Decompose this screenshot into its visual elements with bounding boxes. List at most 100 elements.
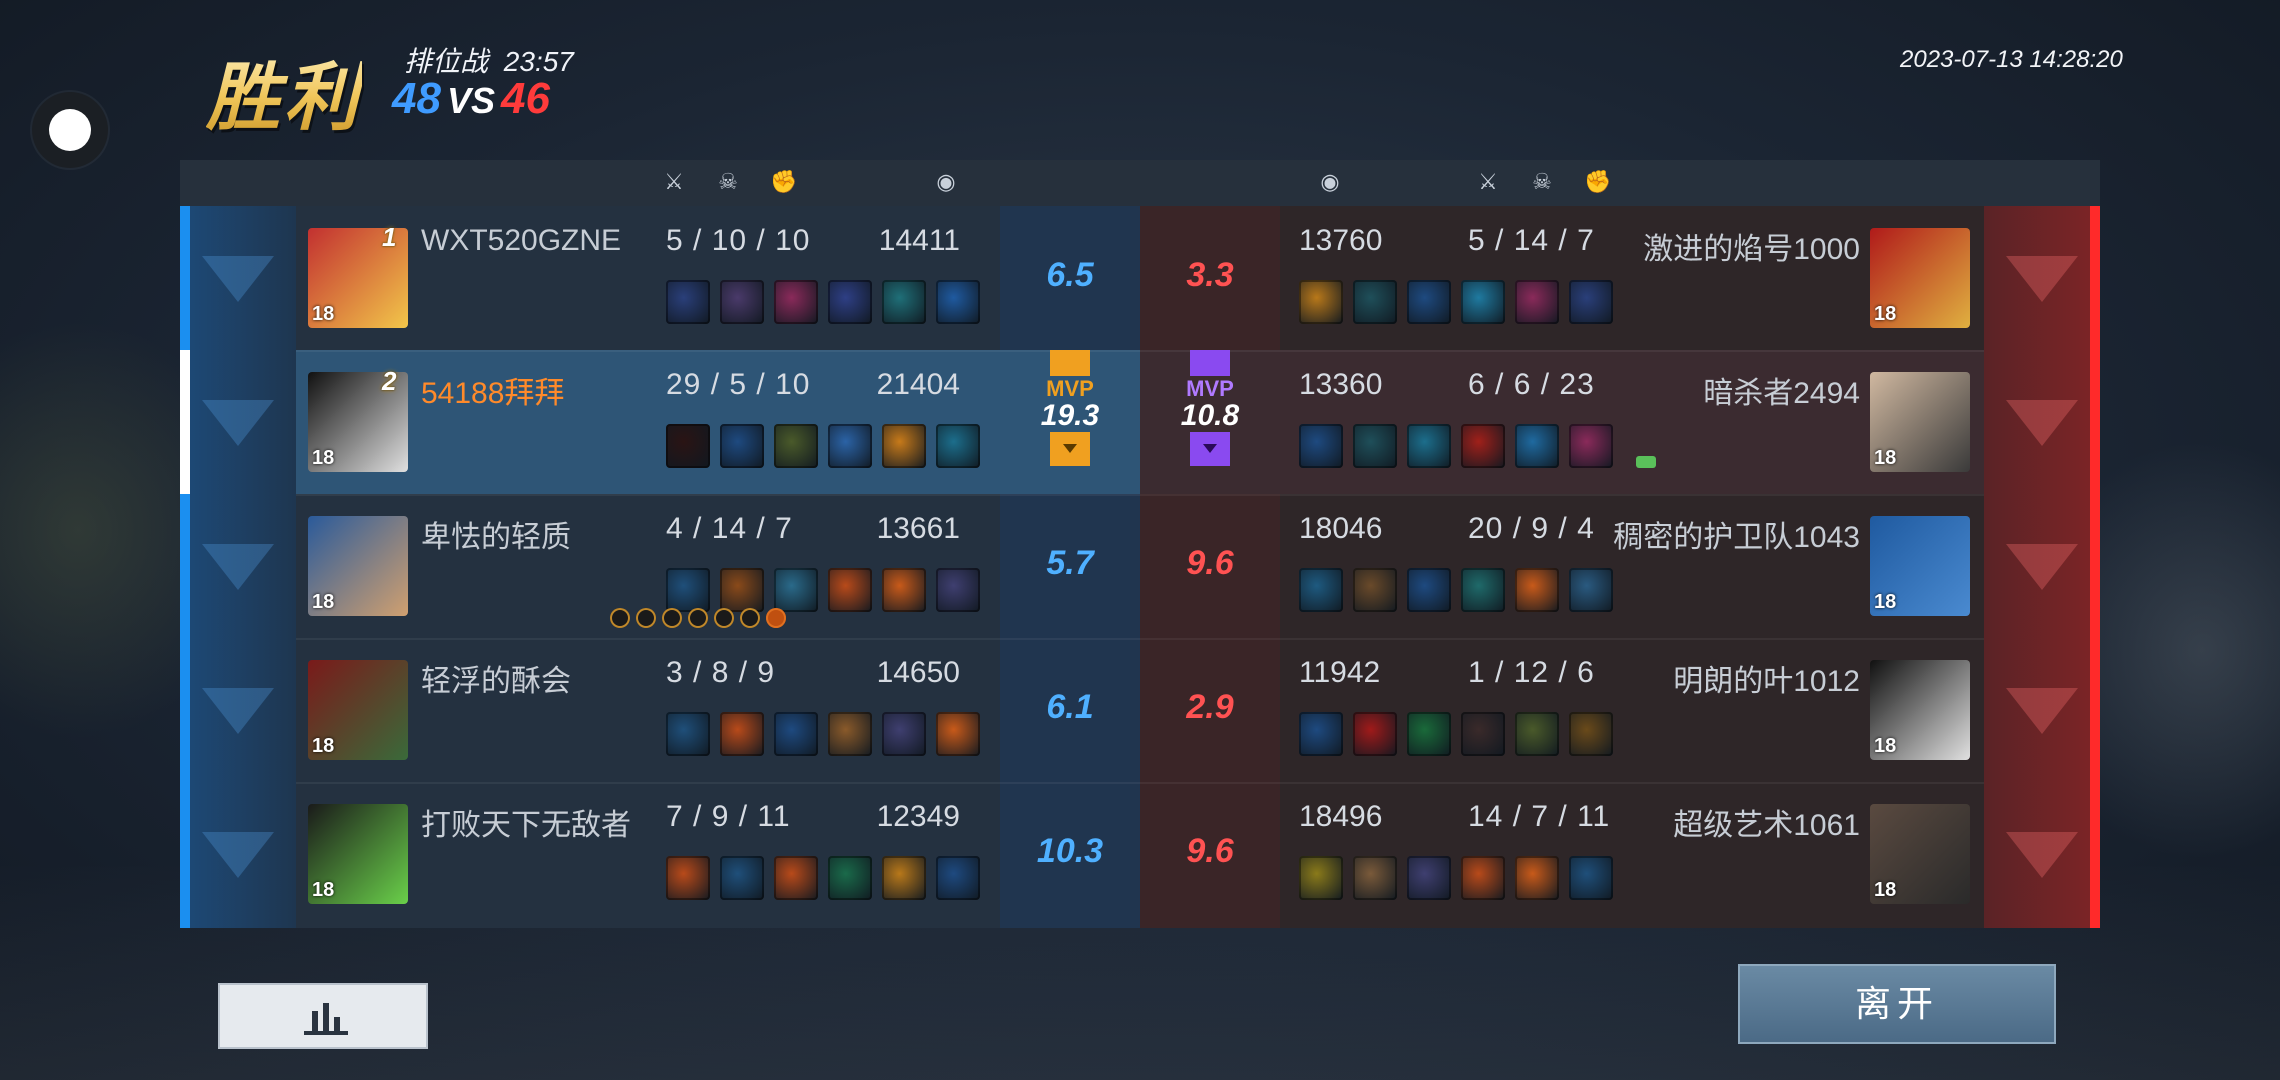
item-icon[interactable] [666,568,710,612]
item-icon[interactable] [1407,568,1451,612]
item-icon[interactable] [936,856,980,900]
hero-level: 18 [1874,447,1897,469]
kills: 3 [666,656,684,689]
item-icon[interactable] [774,712,818,756]
item-icon[interactable] [774,424,818,468]
item-icon[interactable] [1569,856,1613,900]
hero-avatar[interactable]: 18 [1870,228,1970,328]
item-icon[interactable] [1461,856,1505,900]
item-icon[interactable] [1407,856,1451,900]
item-icon[interactable] [720,712,764,756]
match-datetime: 2023-07-13 14:28:20 [1900,46,2123,73]
item-icon[interactable] [828,856,872,900]
row-expand-icon [202,832,274,878]
item-icon[interactable] [1299,424,1343,468]
item-icon[interactable] [1515,568,1559,612]
gold-amount: 14650 [876,656,960,689]
item-icon[interactable] [774,280,818,324]
hero-level: 18 [1874,735,1897,757]
item-icon[interactable] [666,280,710,324]
item-icon[interactable] [882,712,926,756]
player-rating: 3.3 [1186,256,1234,294]
player-name: 54188拜拜 [421,377,565,410]
item-icon[interactable] [882,280,926,324]
gold-coin-icon: ◉ [936,169,956,194]
item-icon[interactable] [1353,280,1397,324]
item-icon[interactable] [1407,712,1451,756]
hero-avatar[interactable]: 18 [1870,804,1970,904]
item-icon[interactable] [1515,712,1559,756]
item-icon[interactable] [1515,856,1559,900]
kda: 1 / 12 / 6 [1468,656,1595,689]
mvp-badge-blue: MVP 19.3 [1000,350,1140,466]
item-icon[interactable] [828,280,872,324]
item-icon[interactable] [1353,424,1397,468]
gold-amount: 18046 [1299,512,1383,545]
item-icon[interactable] [936,712,980,756]
hero-avatar[interactable]: 18 [308,804,408,904]
row-expand-icon [2006,400,2078,446]
item-icon[interactable] [828,424,872,468]
item-icon[interactable] [774,856,818,900]
item-icon[interactable] [882,568,926,612]
row-expand-icon [2006,256,2078,302]
item-icon[interactable] [1569,568,1613,612]
item-icon[interactable] [774,568,818,612]
item-icon[interactable] [1299,280,1343,324]
buff-icon [610,608,630,628]
row-expand-icon [202,688,274,734]
hero-avatar[interactable]: 18 [308,660,408,760]
item-icon[interactable] [882,424,926,468]
buff-icon [740,608,760,628]
item-icon[interactable] [666,424,710,468]
item-icon[interactable] [666,712,710,756]
stats-button[interactable] [218,983,428,1049]
deaths: 14 [1513,224,1550,257]
item-icon[interactable] [1299,568,1343,612]
gold-coin-icon-red: ◉ [1320,169,1340,194]
buff-icon [662,608,682,628]
item-icon[interactable] [1407,424,1451,468]
item-icon[interactable] [720,568,764,612]
item-icon[interactable] [1299,856,1343,900]
hero-avatar[interactable]: 18 [308,516,408,616]
item-icon[interactable] [828,712,872,756]
item-icon[interactable] [828,568,872,612]
row-expand-icon [2006,688,2078,734]
item-icon[interactable] [1353,712,1397,756]
item-icon[interactable] [1569,280,1613,324]
kda: 7 / 9 / 11 [666,800,791,833]
player-rating: 5.7 [1046,544,1094,582]
leave-button[interactable]: 离开 [1738,964,2056,1044]
item-icon[interactable] [720,280,764,324]
gold-amount: 11942 [1299,656,1381,689]
item-icon[interactable] [1461,712,1505,756]
item-slots [666,280,980,324]
item-icon[interactable] [936,424,980,468]
item-icon[interactable] [1407,280,1451,324]
item-icon[interactable] [1353,568,1397,612]
item-icon[interactable] [1569,712,1613,756]
item-icon[interactable] [936,568,980,612]
hero-avatar[interactable]: 18 [1870,516,1970,616]
item-icon[interactable] [882,856,926,900]
mvp-rating: 10.8 [1180,399,1240,432]
item-icon[interactable] [666,856,710,900]
item-icon[interactable] [1569,424,1613,468]
item-icon[interactable] [1299,712,1343,756]
item-icon[interactable] [1353,856,1397,900]
deaths: 10 [711,224,748,257]
item-icon[interactable] [936,280,980,324]
item-icon[interactable] [1515,424,1559,468]
item-icon[interactable] [1461,568,1505,612]
item-icon[interactable] [720,856,764,900]
item-icon[interactable] [720,424,764,468]
item-icon[interactable] [1461,424,1505,468]
item-icon[interactable] [1515,280,1559,324]
hero-avatar[interactable]: 18 [1870,660,1970,760]
hero-level: 18 [312,591,335,613]
gold-amount: 13360 [1299,368,1383,401]
floating-assistive-button[interactable] [32,92,108,168]
hero-avatar[interactable]: 18 [1870,372,1970,472]
item-icon[interactable] [1461,280,1505,324]
